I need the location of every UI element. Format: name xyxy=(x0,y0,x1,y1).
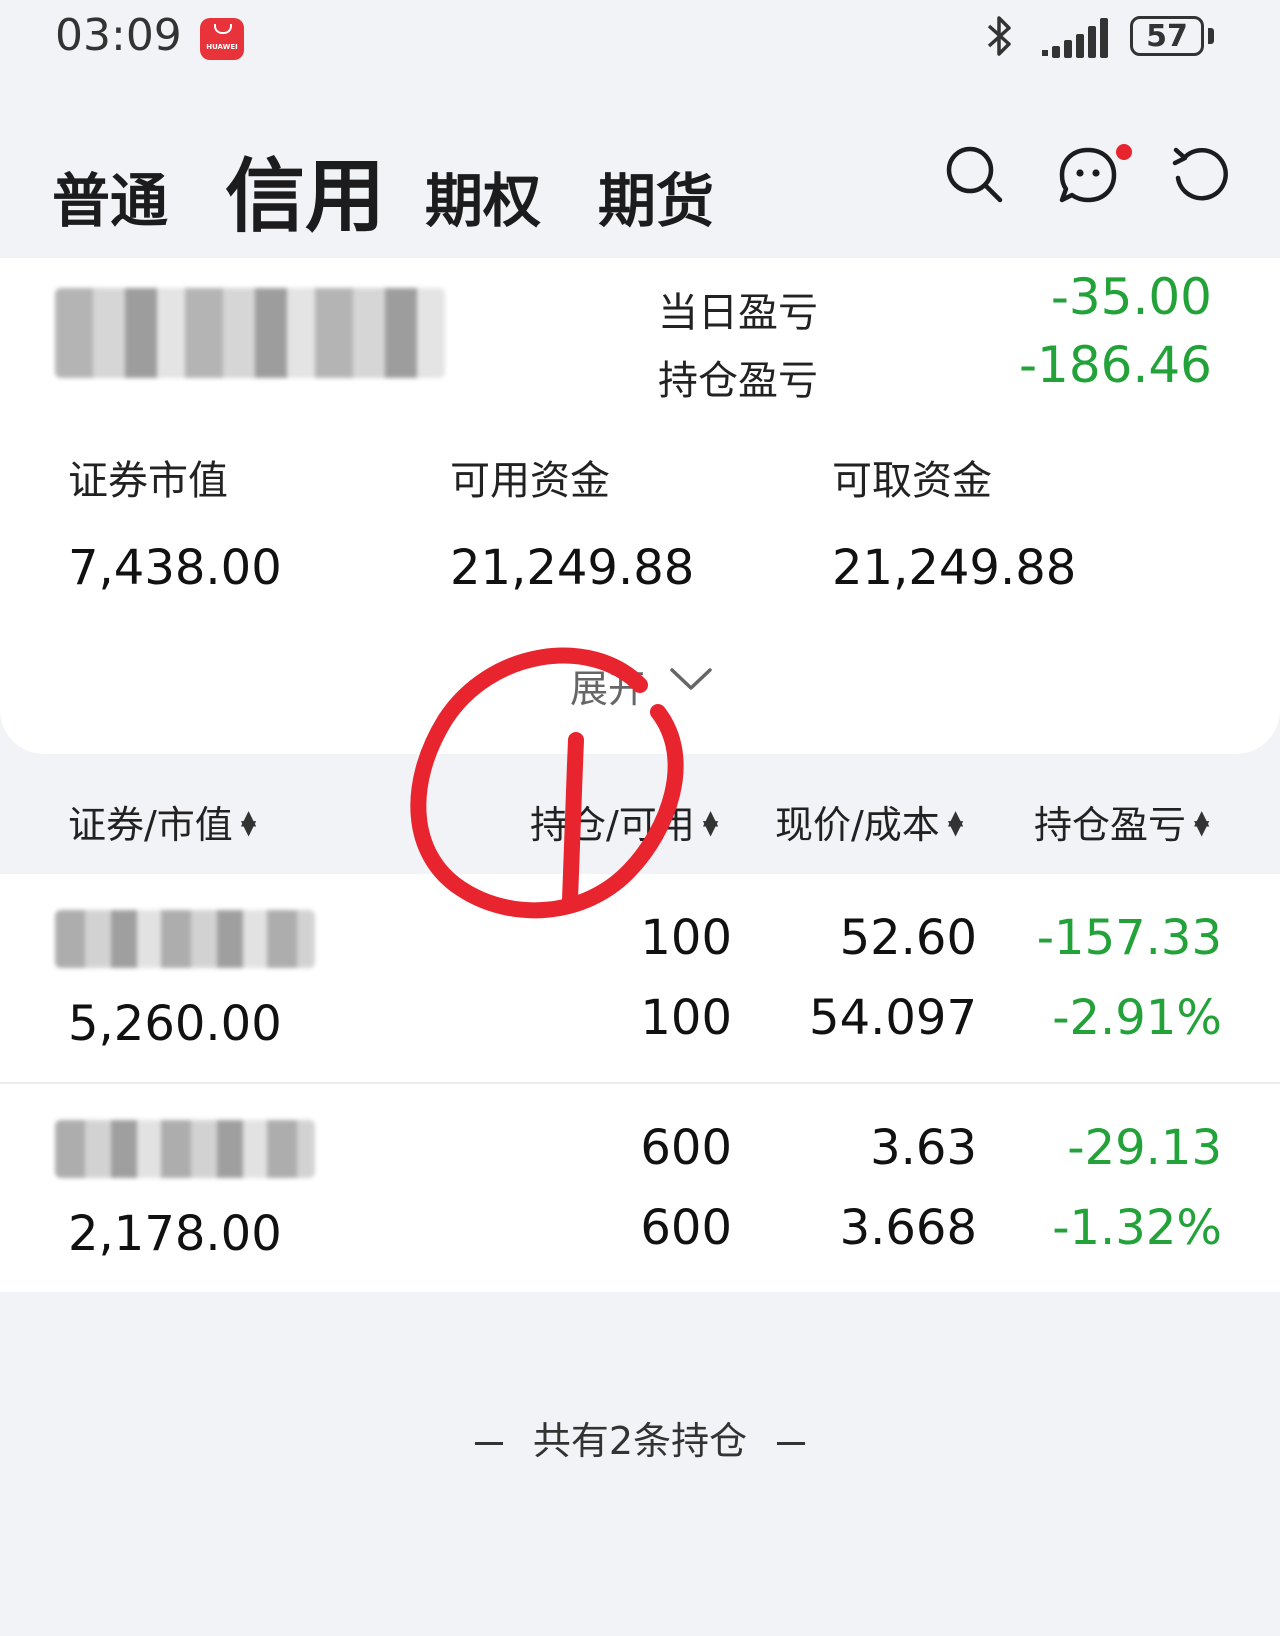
position-pl-pct: -1.32% xyxy=(1052,1200,1222,1256)
search-icon[interactable] xyxy=(944,144,1006,206)
account-type-tabs: 普通 信用 期权 期货 xyxy=(0,80,1280,258)
refresh-icon[interactable] xyxy=(1170,144,1232,206)
battery-indicator: 57 xyxy=(1130,16,1204,56)
cost-price: 3.668 xyxy=(839,1200,977,1256)
battery-cap xyxy=(1208,28,1214,44)
redacted-stock-name xyxy=(55,910,315,968)
redacted-stock-name xyxy=(55,1120,315,1178)
position-pl-label: 持仓盈亏 xyxy=(658,358,818,404)
sort-icon: ▲ ▼ xyxy=(240,804,257,839)
column-price[interactable]: 现价/成本 ▲ ▼ xyxy=(775,794,963,849)
daily-pl-value: -35.00 xyxy=(1050,268,1212,326)
redacted-total-assets xyxy=(55,288,445,378)
available-qty: 100 xyxy=(640,990,732,1046)
current-price: 3.63 xyxy=(870,1120,977,1176)
securities-value-label: 证券市值 xyxy=(68,458,228,504)
column-pl[interactable]: 持仓盈亏 ▲ ▼ xyxy=(1034,794,1209,849)
column-security[interactable]: 证券/市值 ▲ ▼ xyxy=(68,794,256,849)
position-pl: -157.33 xyxy=(1036,910,1222,966)
position-pl-pct: -2.91% xyxy=(1052,990,1222,1046)
hand-drawn-annotation xyxy=(410,647,684,919)
market-value: 5,260.00 xyxy=(68,996,282,1052)
position-pl-value: -186.46 xyxy=(1019,336,1212,394)
signal-icon xyxy=(1042,18,1108,58)
tab-credit[interactable]: 信用 xyxy=(225,132,385,248)
position-qty: 600 xyxy=(640,1120,732,1176)
market-value: 2,178.00 xyxy=(68,1206,282,1262)
current-price: 52.60 xyxy=(839,910,977,966)
tab-options[interactable]: 期权 xyxy=(425,154,541,238)
position-pl: -29.13 xyxy=(1067,1120,1222,1176)
available-funds: 21,249.88 xyxy=(450,540,695,596)
securities-value: 7,438.00 xyxy=(68,540,282,596)
cost-price: 54.097 xyxy=(809,990,977,1046)
withdrawable-funds-label: 可取资金 xyxy=(832,458,992,504)
available-funds-label: 可用资金 xyxy=(450,458,610,504)
status-time: 03:09 xyxy=(55,10,182,61)
daily-pl-label: 当日盈亏 xyxy=(658,290,818,336)
tab-normal[interactable]: 普通 xyxy=(52,154,168,238)
huawei-app-icon: HUAWEI xyxy=(200,18,244,60)
sort-icon: ▲ ▼ xyxy=(1194,804,1210,839)
available-qty: 600 xyxy=(640,1200,732,1256)
sort-icon: ▲ ▼ xyxy=(947,804,964,839)
withdrawable-funds: 21,249.88 xyxy=(832,540,1077,596)
table-row[interactable]: 2,178.00 600 600 3.63 3.668 -29.13 -1.32… xyxy=(0,1084,1280,1292)
holdings-count-footer: 共有2条持仓 xyxy=(0,1410,1280,1465)
message-icon[interactable] xyxy=(1056,144,1136,210)
status-bar: 03:09 HUAWEI 57 xyxy=(0,0,1280,80)
tab-futures[interactable]: 期货 xyxy=(598,154,714,238)
bluetooth-icon xyxy=(987,16,1011,56)
